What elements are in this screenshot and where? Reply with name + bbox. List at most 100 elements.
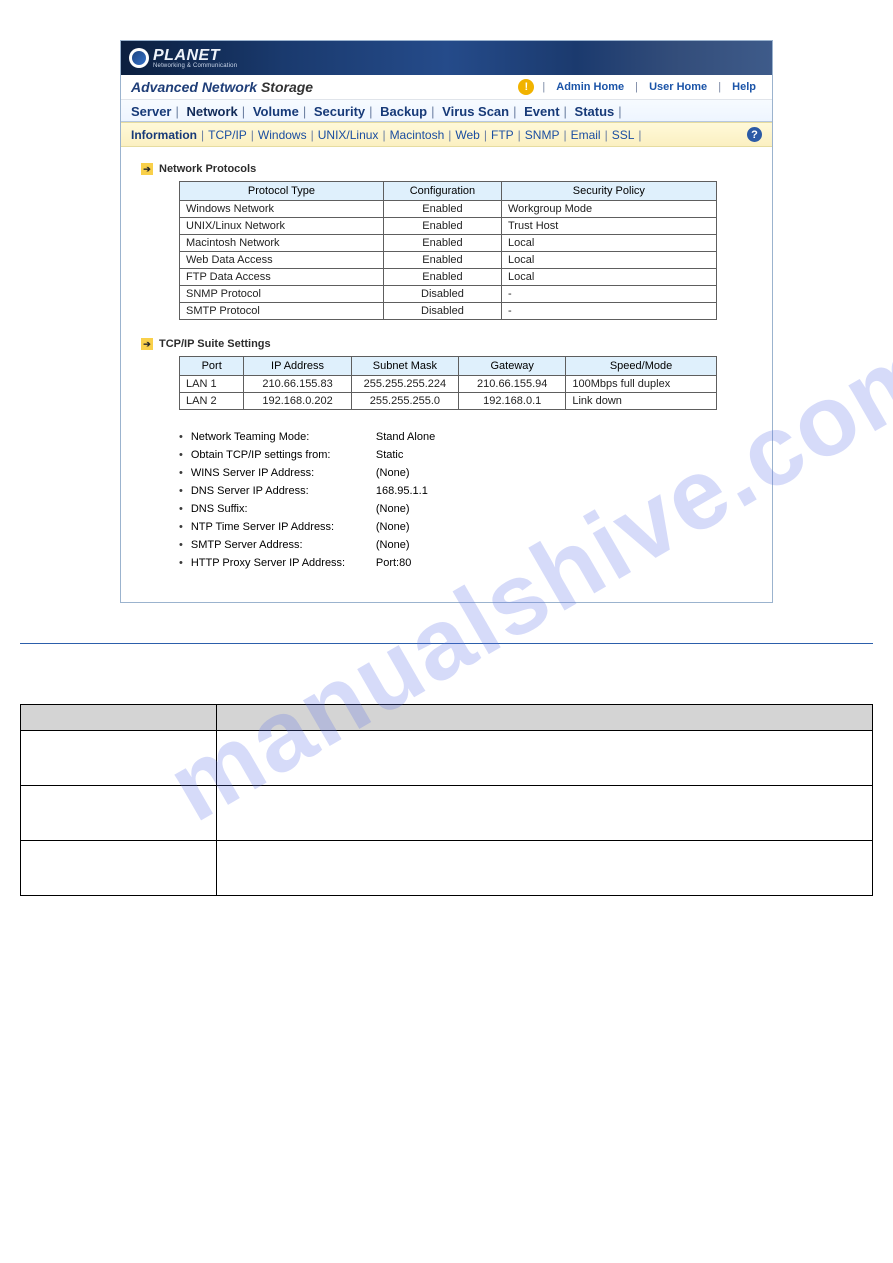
desc-head-2 <box>216 705 872 731</box>
cell: 100Mbps full duplex <box>566 376 716 393</box>
title-advanced: Advanced <box>131 79 202 95</box>
setting-label: SMTP Server Address: <box>191 539 376 551</box>
cell-protocol: FTP Data Access <box>180 269 384 286</box>
subtab-email[interactable]: Email <box>571 128 601 142</box>
col-gateway: Gateway <box>459 357 566 376</box>
cell-protocol: UNIX/Linux Network <box>180 218 384 235</box>
subtab-tcpip[interactable]: TCP/IP <box>208 128 247 142</box>
cell-protocol: Macintosh Network <box>180 235 384 252</box>
setting-value: (None) <box>376 539 410 551</box>
page-divider <box>20 643 873 644</box>
setting-label: NTP Time Server IP Address: <box>191 521 376 533</box>
table-row: Web Data AccessEnabledLocal <box>180 252 717 269</box>
setting-label: WINS Server IP Address: <box>191 467 376 479</box>
tcpip-table: Port IP Address Subnet Mask Gateway Spee… <box>179 356 717 410</box>
tab-network[interactable]: Network <box>187 104 238 119</box>
section-header-tcpip: ➔ TCP/IP Suite Settings <box>141 338 752 350</box>
subtab-web[interactable]: Web <box>455 128 479 142</box>
cell-protocol: Windows Network <box>180 201 384 218</box>
table-row: LAN 1210.66.155.83255.255.255.224210.66.… <box>180 376 717 393</box>
cell-protocol: Web Data Access <box>180 252 384 269</box>
table-row: SNMP ProtocolDisabled- <box>180 286 717 303</box>
setting-value: (None) <box>376 521 410 533</box>
link-user-home[interactable]: User Home <box>649 81 707 93</box>
setting-value: (None) <box>376 467 410 479</box>
list-item: SMTP Server Address:(None) <box>179 536 752 554</box>
title-storage: Storage <box>261 79 313 95</box>
cell-protocol: SMTP Protocol <box>180 303 384 320</box>
cell: 210.66.155.94 <box>459 376 566 393</box>
list-item: Network Teaming Mode:Stand Alone <box>179 428 752 446</box>
cell-protocol: SNMP Protocol <box>180 286 384 303</box>
desc-row <box>21 786 873 841</box>
protocols-title: Network Protocols <box>159 163 256 175</box>
title-bar: Advanced Network Storage ! | Admin Home … <box>121 75 772 100</box>
table-row: Macintosh NetworkEnabledLocal <box>180 235 717 252</box>
list-item: DNS Server IP Address:168.95.1.1 <box>179 482 752 500</box>
setting-value: Static <box>376 449 404 461</box>
tab-security[interactable]: Security <box>314 104 365 119</box>
arrow-icon: ➔ <box>141 338 153 350</box>
list-item: WINS Server IP Address:(None) <box>179 464 752 482</box>
tcpip-title: TCP/IP Suite Settings <box>159 338 271 350</box>
desc-head-1 <box>21 705 217 731</box>
subtab-unix-linux[interactable]: UNIX/Linux <box>318 128 379 142</box>
desc-row <box>21 841 873 896</box>
subtab-macintosh[interactable]: Macintosh <box>390 128 445 142</box>
table-row: UNIX/Linux NetworkEnabledTrust Host <box>180 218 717 235</box>
col-protocol-type: Protocol Type <box>180 182 384 201</box>
help-icon[interactable]: ? <box>747 127 762 142</box>
cell: 192.168.0.202 <box>244 393 351 410</box>
banner: PLANET Networking & Communication <box>121 41 772 75</box>
col-subnet: Subnet Mask <box>351 357 458 376</box>
cell: LAN 1 <box>180 376 244 393</box>
setting-label: DNS Suffix: <box>191 503 376 515</box>
content: ➔ Network Protocols Protocol Type Config… <box>121 147 772 602</box>
alert-icon[interactable]: ! <box>518 79 534 95</box>
tab-event[interactable]: Event <box>524 104 559 119</box>
cell-config: Disabled <box>383 286 501 303</box>
page-title: Advanced Network Storage <box>131 79 313 95</box>
tab-backup[interactable]: Backup <box>380 104 427 119</box>
tab-status[interactable]: Status <box>575 104 615 119</box>
cell-config: Enabled <box>383 218 501 235</box>
table-row: LAN 2192.168.0.202255.255.255.0192.168.0… <box>180 393 717 410</box>
nav-secondary: Information| TCP/IP| Windows| UNIX/Linux… <box>121 122 772 147</box>
subtab-ssl[interactable]: SSL <box>612 128 635 142</box>
setting-value: Port:80 <box>376 557 411 569</box>
cell-policy: Local <box>501 269 716 286</box>
cell-config: Enabled <box>383 252 501 269</box>
tab-volume[interactable]: Volume <box>253 104 299 119</box>
tab-virus-scan[interactable]: Virus Scan <box>442 104 509 119</box>
cell-policy: Local <box>501 252 716 269</box>
subtab-information[interactable]: Information <box>131 128 197 142</box>
subtab-snmp[interactable]: SNMP <box>525 128 560 142</box>
cell-policy: - <box>501 303 716 320</box>
cell-policy: Workgroup Mode <box>501 201 716 218</box>
top-links: | Admin Home | User Home | Help <box>540 81 762 93</box>
app-window: PLANET Networking & Communication Advanc… <box>120 40 773 603</box>
cell-policy: Local <box>501 235 716 252</box>
arrow-icon: ➔ <box>141 163 153 175</box>
col-security-policy: Security Policy <box>501 182 716 201</box>
nav-primary: Server| Network| Volume| Security| Backu… <box>121 100 772 122</box>
col-speed: Speed/Mode <box>566 357 716 376</box>
list-item: DNS Suffix:(None) <box>179 500 752 518</box>
list-item: HTTP Proxy Server IP Address:Port:80 <box>179 554 752 572</box>
setting-label: Obtain TCP/IP settings from: <box>191 449 376 461</box>
tab-server[interactable]: Server <box>131 104 171 119</box>
setting-label: HTTP Proxy Server IP Address: <box>191 557 376 569</box>
cell: 210.66.155.83 <box>244 376 351 393</box>
col-configuration: Configuration <box>383 182 501 201</box>
link-admin-home[interactable]: Admin Home <box>556 81 624 93</box>
subtab-ftp[interactable]: FTP <box>491 128 514 142</box>
link-help[interactable]: Help <box>732 81 756 93</box>
cell: 255.255.255.224 <box>351 376 458 393</box>
col-port: Port <box>180 357 244 376</box>
subtab-windows[interactable]: Windows <box>258 128 307 142</box>
logo-icon <box>129 48 149 68</box>
table-row: Windows NetworkEnabledWorkgroup Mode <box>180 201 717 218</box>
brand-subtitle: Networking & Communication <box>153 63 237 69</box>
cell: 192.168.0.1 <box>459 393 566 410</box>
setting-label: DNS Server IP Address: <box>191 485 376 497</box>
